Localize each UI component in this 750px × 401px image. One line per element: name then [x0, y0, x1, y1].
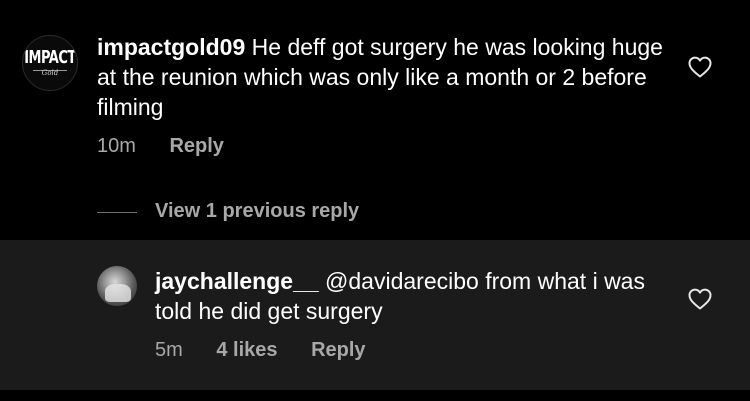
view-replies-divider	[97, 212, 137, 213]
comment-username[interactable]: impactgold09	[97, 34, 245, 60]
heart-icon[interactable]	[688, 56, 712, 78]
avatar-logo-subtext: Gold	[41, 69, 59, 77]
reply-reply-button[interactable]: Reply	[311, 339, 365, 361]
avatar[interactable]: IMPACT Gold	[22, 35, 78, 91]
reply-avatar[interactable]	[97, 266, 137, 306]
comment-timestamp: 10m	[97, 135, 136, 157]
avatar-photo-figure	[105, 284, 131, 302]
comment-body: impactgold09 He deff got surgery he was …	[97, 32, 667, 122]
reply-username[interactable]: jaychallenge__	[155, 268, 319, 294]
likes-count[interactable]: 4 likes	[216, 339, 277, 361]
comment-meta: 10m Reply	[97, 135, 224, 158]
reply-meta: 5m 4 likes Reply	[155, 339, 366, 362]
comment-container: IMPACT Gold impactgold09 He deff got sur…	[0, 0, 750, 240]
avatar-logo-text: IMPACT	[24, 48, 76, 69]
reply-timestamp: 5m	[155, 339, 183, 361]
reply-heart-icon[interactable]	[688, 288, 712, 310]
reply-body: jaychallenge__ @davidarecibo from what i…	[155, 266, 665, 326]
bottom-divider	[0, 390, 750, 401]
view-previous-replies-button[interactable]: View 1 previous reply	[155, 200, 359, 223]
reply-button[interactable]: Reply	[169, 135, 223, 157]
